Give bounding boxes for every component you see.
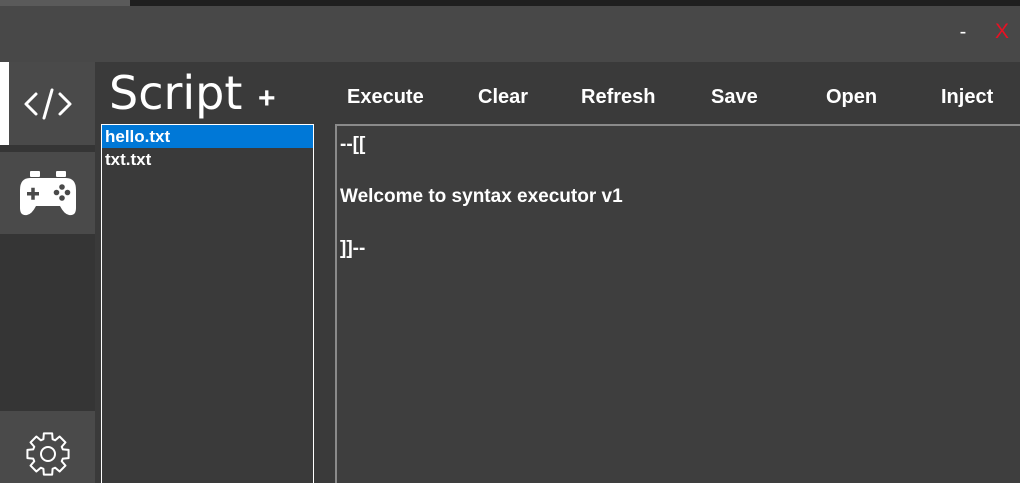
code-line: ]]-- [340,238,366,259]
gamepad-icon [20,171,76,216]
execute-button[interactable]: Execute [347,84,424,110]
sidebar-item-settings[interactable] [0,411,95,483]
inject-button[interactable]: Inject [941,84,993,110]
page-title: Script [109,66,243,120]
close-button[interactable]: X [990,20,1014,44]
open-button[interactable]: Open [826,84,877,110]
list-item[interactable]: hello.txt [102,125,313,148]
sidebar [0,62,95,483]
code-line: Welcome to syntax executor v1 [340,186,623,207]
list-item[interactable]: txt.txt [102,148,313,171]
refresh-button[interactable]: Refresh [581,84,655,110]
gear-icon [26,432,70,476]
code-icon [24,88,72,120]
sidebar-item-games[interactable] [0,152,95,234]
sidebar-item-script[interactable] [0,62,95,145]
title-bar[interactable]: - X [0,6,1020,62]
code-line: --[[ [340,134,366,155]
script-file-list[interactable]: hello.txt txt.txt [101,124,314,483]
main-panel: Script + Execute Clear Refresh Save Open… [95,62,1020,483]
clear-button[interactable]: Clear [478,84,528,110]
add-script-button[interactable]: + [258,82,276,116]
script-editor[interactable]: --[[ Welcome to syntax executor v1 ]]-- [335,124,1020,483]
save-button[interactable]: Save [711,84,758,110]
minimize-button[interactable]: - [951,20,975,44]
